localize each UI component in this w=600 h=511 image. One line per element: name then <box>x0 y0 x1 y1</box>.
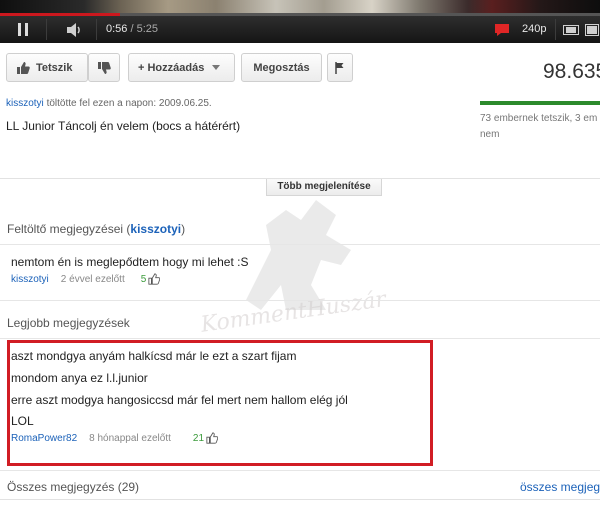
flag-icon <box>335 61 344 74</box>
time-separator: / <box>130 23 134 35</box>
popout-button[interactable] <box>560 16 582 43</box>
chevron-down-icon <box>212 64 221 70</box>
comment-line: mondom anya ez l.l.junior <box>11 371 148 385</box>
like-summary-line: 73 embernek tetszik, 3 em <box>480 113 598 124</box>
share-button[interactable]: Megosztás <box>241 53 322 82</box>
comment-line: aszt mondgya anyám halkícsd már le ezt a… <box>11 349 297 363</box>
divider <box>0 499 600 500</box>
quality-selector[interactable]: 240p <box>522 23 546 35</box>
divider <box>0 300 600 301</box>
share-label: Megosztás <box>253 61 310 74</box>
add-label: + Hozzáadás <box>138 61 205 74</box>
time-display: 0:56 / 5:25 <box>106 23 158 35</box>
uploader-comments-heading: Feltöltő megjegyzései (kisszotyi) <box>7 222 185 236</box>
speech-bubble-icon <box>495 23 509 36</box>
comment-line: LOL <box>11 414 34 428</box>
thumbs-up-icon[interactable] <box>206 432 219 444</box>
uploader-comment-meta: kisszotyi 2 évvel ezelőtt 5 <box>11 273 161 285</box>
action-bar: Tetszik + Hozzáadás Megosztás 98.635 <box>0 43 600 95</box>
view-count: 98.635 <box>543 60 600 83</box>
thumbs-up-icon <box>17 61 30 74</box>
flag-button[interactable] <box>327 53 353 82</box>
uploader-comment-text: nemtom én is meglepődtem hogy mi lehet :… <box>11 255 249 269</box>
thumbs-up-icon[interactable] <box>148 273 161 285</box>
like-label: Tetszik <box>36 61 73 74</box>
top-comments-heading: Legjobb megjegyzések <box>7 316 130 330</box>
all-comments-heading: Összes megjegyzés (29) <box>7 480 140 494</box>
heading-suffix: ) <box>181 222 186 236</box>
uploader-link[interactable]: kisszotyi <box>6 98 44 109</box>
comment-time: 2 évvel ezelőtt <box>60 273 125 285</box>
expand-button[interactable] <box>584 16 600 43</box>
pause-button[interactable] <box>0 16 46 43</box>
thumbs-down-icon <box>98 61 111 74</box>
popout-icon <box>563 24 579 35</box>
comment-like-count: 21 <box>192 432 205 444</box>
pause-icon <box>18 23 21 36</box>
expand-icon <box>585 23 599 36</box>
divider <box>0 338 600 339</box>
like-summary-line: nem <box>480 129 500 140</box>
divider <box>555 19 556 40</box>
comment-time: 8 hónappal ezelőtt <box>89 432 171 444</box>
comment-line: erre aszt modgya hangosiccsd már fel mer… <box>11 393 348 407</box>
divider <box>96 19 97 40</box>
add-to-button[interactable]: + Hozzáadás <box>128 53 235 82</box>
comment-author-link[interactable]: RomaPower82 <box>11 433 77 444</box>
top-comment-meta: RomaPower82 8 hónappal ezelőtt 21 <box>11 432 219 444</box>
comment-like-count: 5 <box>140 273 147 285</box>
divider <box>46 19 47 40</box>
player-controls: 0:56 / 5:25 240p <box>0 16 600 43</box>
like-ratio-bar <box>480 101 600 105</box>
volume-icon <box>67 22 80 37</box>
video-player[interactable]: 0:56 / 5:25 240p <box>0 0 600 43</box>
like-summary: 73 embernek tetszik, 3 em nem <box>480 111 600 143</box>
volume-button[interactable] <box>60 16 90 43</box>
all-comments-link[interactable]: összes megjegyzés <box>520 480 600 494</box>
upload-info: kisszotyi töltötte fel ezen a napon: 200… <box>6 98 212 109</box>
annotations-button[interactable] <box>490 16 514 43</box>
like-button[interactable]: Tetszik <box>6 53 88 82</box>
dislike-button[interactable] <box>88 53 120 82</box>
comment-author-link[interactable]: kisszotyi <box>11 274 49 285</box>
heading-prefix: Feltöltő megjegyzései ( <box>7 222 131 236</box>
time-current: 0:56 <box>106 23 128 35</box>
divider <box>0 244 600 245</box>
video-description: LL Junior Táncolj én velem (bocs a hátér… <box>6 119 241 133</box>
heading-uploader-link[interactable]: kisszotyi <box>130 222 181 236</box>
time-total: 5:25 <box>136 23 159 35</box>
divider <box>0 470 600 471</box>
pause-icon-bar <box>25 23 28 36</box>
upload-date-text: töltötte fel ezen a napon: 2009.06.25. <box>46 98 212 109</box>
video-frame[interactable] <box>0 0 600 14</box>
